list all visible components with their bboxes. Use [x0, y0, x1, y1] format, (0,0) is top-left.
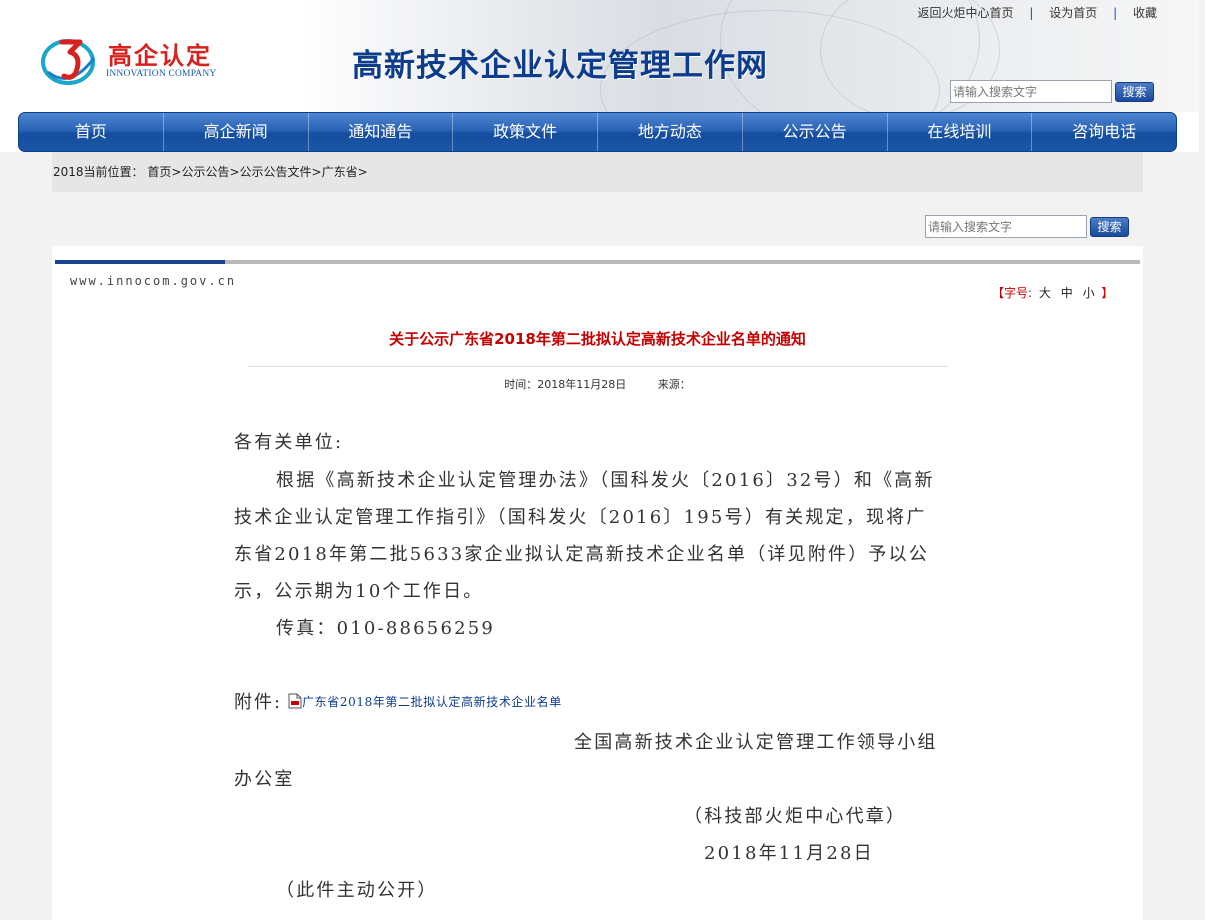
font-size-label-close: 】	[1101, 286, 1114, 300]
font-size-small-button[interactable]: 小	[1080, 286, 1098, 300]
paragraph-line-4: 示，公示期为10个工作日。	[234, 581, 484, 602]
nav-item-training[interactable]: 在线培训	[888, 113, 1033, 151]
header-search: 搜索	[950, 80, 1154, 103]
site-url: www.innocom.gov.cn	[70, 274, 237, 288]
nav-item-home[interactable]: 首页	[19, 113, 164, 151]
attachment-link[interactable]: 广东省2018年第二批拟认定高新技术企业名单	[302, 693, 562, 710]
content-search: 搜索	[925, 215, 1129, 238]
nav-item-policy[interactable]: 政策文件	[453, 113, 598, 151]
article-source: 来源：	[657, 378, 691, 391]
window-edge	[1199, 0, 1205, 920]
nav-item-local[interactable]: 地方动态	[598, 113, 743, 151]
site-title: 高新技术企业认定管理工作网	[352, 48, 768, 84]
signature-line-2: 办公室	[234, 769, 295, 790]
fax-line: 传真：010-88656259	[276, 618, 496, 639]
link-separator: |	[1113, 6, 1118, 20]
breadcrumb-separator: >	[229, 165, 240, 179]
nav-item-hotline[interactable]: 咨询电话	[1032, 113, 1176, 151]
site-logo[interactable]: 高企认定 INNOVATION COMPANY	[40, 28, 230, 90]
link-return-torch-home[interactable]: 返回火炬中心首页	[918, 6, 1014, 20]
nav-item-announcements[interactable]: 公示公告	[743, 113, 888, 151]
breadcrumb-item-guangdong[interactable]: 广东省	[322, 165, 358, 179]
logo-swoosh-icon	[41, 39, 96, 85]
article-title: 关于公示广东省2018年第二批拟认定高新技术企业名单的通知	[389, 330, 806, 348]
article-time: 时间：2018年11月28日	[504, 378, 627, 391]
disclosure-note: （此件主动公开）	[276, 880, 438, 901]
breadcrumb: 2018当前位置： 首页>公示公告>公示公告文件>广东省>	[52, 152, 1143, 192]
paragraph-line-3: 东省2018年第二批5633家企业拟认定高新技术企业名单（详见附件）予以公	[234, 544, 930, 565]
breadcrumb-separator: >	[311, 165, 322, 179]
link-bookmark[interactable]: 收藏	[1133, 6, 1157, 20]
breadcrumb-item-announcement-files[interactable]: 公示公告文件	[240, 165, 312, 179]
font-size-label: 【字号:	[992, 286, 1033, 300]
attachment-label: 附件:	[234, 692, 283, 713]
font-size-switcher: 【字号: 大 中 小 】	[992, 284, 1113, 301]
top-links: 返回火炬中心首页 | 设为首页 | 收藏	[918, 4, 1157, 21]
seal-note: （科技部火炬中心代章）	[684, 806, 907, 827]
signature-date: 2018年11月28日	[704, 843, 874, 864]
signature-line-1: 全国高新技术企业认定管理工作领导小组	[574, 732, 938, 753]
salutation: 各有关单位:	[234, 432, 344, 453]
pdf-file-icon	[288, 693, 302, 709]
article-meta: 时间：2018年11月28日 来源：	[52, 376, 1143, 392]
paragraph-line-1: 根据《高新技术企业认定管理办法》（国科发火〔2016〕32号）和《高新	[276, 470, 935, 491]
link-separator: |	[1029, 6, 1034, 20]
content-search-button[interactable]: 搜索	[1090, 216, 1129, 237]
attachment-row: 附件: 广东省2018年第二批拟认定高新技术企业名单	[234, 688, 562, 714]
font-size-medium-button[interactable]: 中	[1058, 286, 1076, 300]
breadcrumb-item-home[interactable]: 首页	[147, 165, 171, 179]
logo-chinese-text: 高企认定	[108, 42, 212, 70]
article-panel: www.innocom.gov.cn 【字号: 大 中 小 】 关于公示广东省2…	[52, 246, 1143, 920]
nav-item-notices[interactable]: 通知通告	[309, 113, 454, 151]
title-divider	[248, 366, 948, 367]
breadcrumb-separator: >	[171, 165, 182, 179]
link-set-homepage[interactable]: 设为首页	[1049, 6, 1097, 20]
content-search-input[interactable]	[925, 215, 1087, 238]
header-search-input[interactable]	[950, 80, 1112, 103]
breadcrumb-separator: >	[357, 165, 368, 179]
breadcrumb-item-announcements[interactable]: 公示公告	[181, 165, 229, 179]
nav-item-news[interactable]: 高企新闻	[164, 113, 309, 151]
paragraph-line-2: 技术企业认定管理工作指引》（国科发火〔2016〕195号）有关规定，现将广	[234, 507, 927, 528]
header-search-button[interactable]: 搜索	[1115, 81, 1154, 102]
panel-divider-accent	[55, 260, 225, 264]
main-nav: 首页 高企新闻 通知通告 政策文件 地方动态 公示公告 在线培训 咨询电话	[18, 112, 1177, 152]
logo-english-text: INNOVATION COMPANY	[106, 69, 217, 79]
font-size-large-button[interactable]: 大	[1036, 286, 1054, 300]
breadcrumb-prefix: 2018当前位置：	[53, 165, 144, 179]
